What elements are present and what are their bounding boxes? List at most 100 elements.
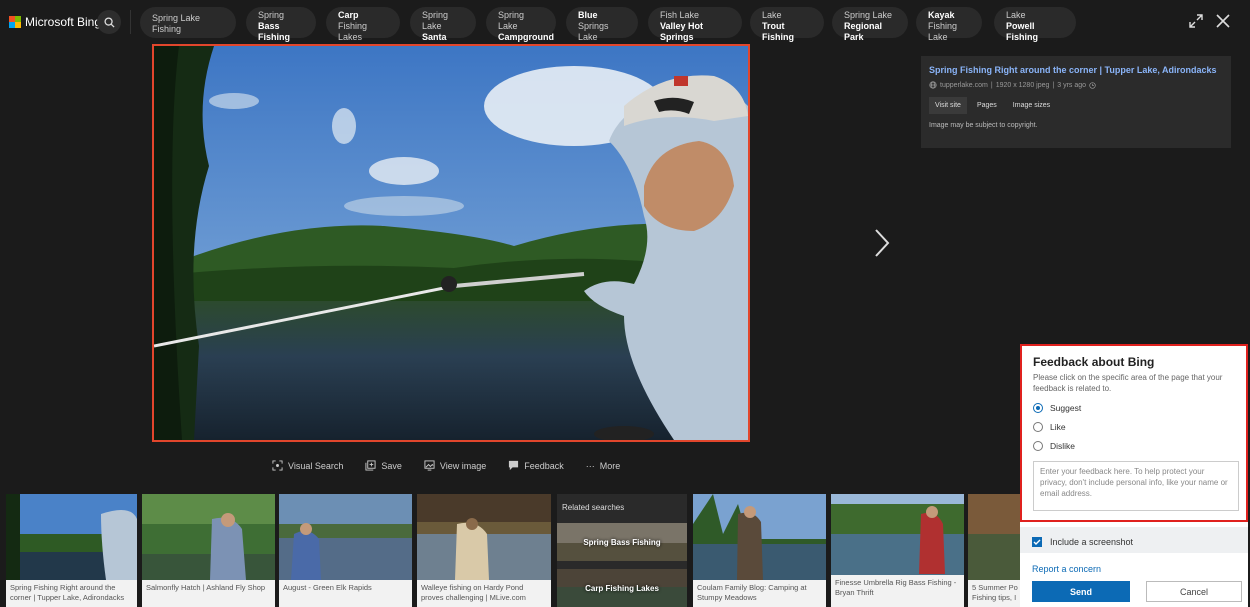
thumbnail-6[interactable]: 5 Summer Po Fishing tips, I (968, 494, 1022, 607)
chip-line2: Springs Lake (578, 21, 609, 42)
checkbox-checked[interactable] (1032, 537, 1042, 547)
related-searches-title: Related searches (562, 503, 625, 512)
chip-line2: Campground (498, 32, 554, 42)
clock-icon (1089, 81, 1096, 89)
chip-10[interactable]: Lake Powell Fishing (994, 7, 1076, 42)
feedback-description: Please click on the specific area of the… (1033, 373, 1223, 393)
expand-icon[interactable] (1188, 13, 1204, 29)
thumbnail-2[interactable]: August - Green Elk Rapids (279, 494, 412, 607)
chip-line1: Spring Lake (422, 10, 449, 31)
view-image-button[interactable]: View image (424, 460, 486, 471)
feedback-textarea[interactable]: Enter your feedback here. To help protec… (1033, 461, 1239, 511)
image-title-link[interactable]: Spring Fishing Right around the corner |… (929, 65, 1223, 75)
fishing-photo (154, 46, 748, 440)
related-search-1[interactable]: Carp Fishing Lakes (557, 569, 687, 607)
brand-name: Microsoft Bing (25, 15, 102, 29)
bing-logo[interactable]: Microsoft Bing (9, 15, 101, 29)
header-bar: Microsoft Bing Spring Lake Fishing Sprin… (0, 0, 1250, 53)
thumbnail-image (693, 494, 826, 580)
thumbnail-4[interactable]: Coulam Family Blog: Camping at Stumpy Me… (693, 494, 826, 607)
thumbnail-caption: August - Green Elk Rapids (279, 580, 412, 607)
chip-line2: Regional Park (844, 21, 883, 42)
chip-line1: Lake (762, 10, 782, 20)
chip-line1: Spring Lake (498, 10, 525, 31)
image-toolbar: Visual Search Save View image Feedback ·… (272, 460, 642, 471)
thumbnail-image (968, 494, 1022, 580)
chip-2[interactable]: Carp Fishing Lakes (326, 7, 400, 42)
thumbnail-3[interactable]: Walleye fishing on Hardy Pond proves cha… (417, 494, 551, 607)
radio-dislike[interactable]: Dislike (1033, 441, 1235, 451)
image-age: 3 yrs ago (1057, 81, 1087, 89)
feedback-form: Feedback about Bing Please click on the … (1020, 344, 1248, 522)
chip-1[interactable]: Spring Bass Fishing (246, 7, 316, 42)
radio-like[interactable]: Like (1033, 422, 1235, 432)
chip-4[interactable]: Spring Lake Campground (486, 7, 556, 42)
image-sizes-button[interactable]: Image sizes (1007, 97, 1056, 114)
include-screenshot-checkbox[interactable]: Include a screenshot (1032, 537, 1133, 547)
more-label: More (599, 460, 621, 471)
radio-button[interactable] (1033, 422, 1043, 432)
thumbnail-5[interactable]: Finesse Umbrella Rig Bass Fishing - Brya… (831, 494, 964, 607)
radio-button-selected[interactable] (1033, 403, 1043, 413)
chip-line1: Spring Lake (844, 10, 893, 20)
image-viewer: Microsoft Bing Spring Lake Fishing Sprin… (0, 0, 1250, 607)
thumbnail-1[interactable]: Salmonfly Hatch | Ashland Fly Shop (142, 494, 275, 607)
image-dimensions: 1920 x 1280 jpeg (995, 81, 1050, 89)
main-image[interactable] (152, 44, 750, 442)
chip-line2: Powell Fishing (1006, 21, 1038, 42)
next-image-arrow[interactable] (872, 228, 892, 258)
save-icon (365, 460, 376, 471)
report-concern-link[interactable]: Report a concern (1032, 564, 1101, 574)
related-search-label: Spring Bass Fishing (583, 537, 661, 547)
send-button[interactable]: Send (1032, 581, 1130, 602)
radio-label: Like (1050, 422, 1066, 432)
source-domain[interactable]: tupperlake.com (940, 82, 988, 89)
thumbnail-caption: Spring Fishing Right around the corner |… (6, 580, 137, 607)
more-button[interactable]: ··· More (586, 460, 621, 471)
feedback-button[interactable]: Feedback (508, 460, 564, 471)
more-dots-icon: ··· (585, 460, 595, 471)
save-button[interactable]: Save (365, 460, 402, 471)
chip-6[interactable]: Fish Lake Valley Hot Springs (648, 7, 742, 42)
chip-line2: Trout Fishing (762, 21, 794, 42)
thumbnail-caption: Finesse Umbrella Rig Bass Fishing - Brya… (831, 575, 964, 607)
visit-site-button[interactable]: Visit site (929, 97, 967, 114)
thumbnail-caption: Coulam Family Blog: Camping at Stumpy Me… (693, 580, 826, 607)
meta-separator: | (990, 81, 993, 89)
related-searches-panel: Related searches Spring Bass Fishing Car… (557, 494, 687, 607)
chip-line1: Lake (1006, 10, 1026, 20)
thumbnail-image (279, 494, 412, 580)
chip-5[interactable]: Blue Springs Lake (566, 7, 638, 42)
image-meta: tupperlake.com | 1920 x 1280 jpeg | 3 yr… (929, 81, 1223, 89)
thumbnail-image (831, 494, 964, 580)
feedback-label: Feedback (524, 460, 564, 471)
related-search-label: Carp Fishing Lakes (585, 583, 659, 593)
cancel-button[interactable]: Cancel (1146, 581, 1242, 602)
search-button[interactable] (97, 10, 121, 34)
chip-0[interactable]: Spring Lake Fishing (140, 7, 236, 38)
thumbnail-image (417, 494, 551, 580)
close-icon[interactable] (1214, 12, 1232, 30)
feedback-panel: Feedback about Bing Please click on the … (1020, 344, 1248, 607)
pages-button[interactable]: Pages (971, 97, 1003, 114)
visual-search-icon (272, 460, 283, 471)
chip-8[interactable]: Spring Lake Regional Park (832, 7, 908, 42)
chip-9[interactable]: Kayak Fishing Lake (916, 7, 982, 42)
chip-3[interactable]: Spring Lake Santa Rosa (410, 7, 476, 53)
radio-suggest[interactable]: Suggest (1033, 403, 1235, 413)
radio-button[interactable] (1033, 441, 1043, 451)
thumbnail-caption: Salmonfly Hatch | Ashland Fly Shop (142, 580, 275, 607)
thumbnail-caption: Walleye fishing on Hardy Pond proves cha… (417, 580, 551, 607)
chip-line2: Valley Hot Springs (660, 21, 704, 42)
thumbnail-image (6, 494, 137, 580)
search-icon (103, 16, 115, 28)
related-search-0[interactable]: Spring Bass Fishing (557, 523, 687, 561)
visual-search-button[interactable]: Visual Search (272, 460, 343, 471)
thumbnail-strip: Spring Fishing Right around the corner |… (0, 494, 1022, 607)
globe-icon (929, 81, 937, 89)
chip-line2: Bass Fishing (258, 21, 290, 42)
chip-7[interactable]: Lake Trout Fishing (750, 7, 824, 42)
image-info-panel: Spring Fishing Right around the corner |… (921, 56, 1231, 148)
visual-search-label: Visual Search (288, 460, 344, 471)
thumbnail-0[interactable]: Spring Fishing Right around the corner |… (6, 494, 137, 607)
